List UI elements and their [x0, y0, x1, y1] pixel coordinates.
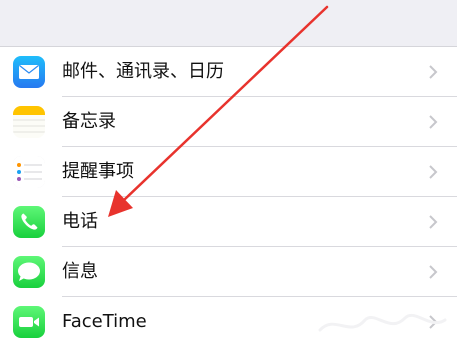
settings-row-phone[interactable]: 电话: [0, 197, 457, 247]
section-header-gap: [0, 0, 457, 47]
messages-icon: [13, 256, 45, 288]
notes-icon: [13, 106, 45, 138]
settings-row-reminders[interactable]: 提醒事项: [0, 147, 457, 197]
settings-row-messages[interactable]: 信息: [0, 247, 457, 297]
settings-row-label: 邮件、通讯录、日历: [62, 61, 224, 82]
chevron-right-icon: [429, 165, 438, 179]
watermark-scribble: [318, 314, 447, 332]
mail-icon: [13, 56, 45, 88]
settings-row-label: 备忘录: [62, 111, 116, 132]
phone-icon: [13, 206, 45, 238]
settings-row-label: 电话: [62, 211, 98, 232]
settings-row-label: 信息: [62, 261, 98, 282]
settings-row-mail[interactable]: 邮件、通讯录、日历: [0, 47, 457, 97]
settings-row-notes[interactable]: 备忘录: [0, 97, 457, 147]
chevron-right-icon: [429, 265, 438, 279]
reminders-icon: [13, 156, 45, 188]
settings-row-label: 提醒事项: [62, 161, 134, 182]
chevron-right-icon: [429, 115, 438, 129]
facetime-icon: [13, 306, 45, 338]
chevron-right-icon: [429, 215, 438, 229]
chevron-right-icon: [429, 65, 438, 79]
settings-row-label: FaceTime: [62, 311, 147, 332]
